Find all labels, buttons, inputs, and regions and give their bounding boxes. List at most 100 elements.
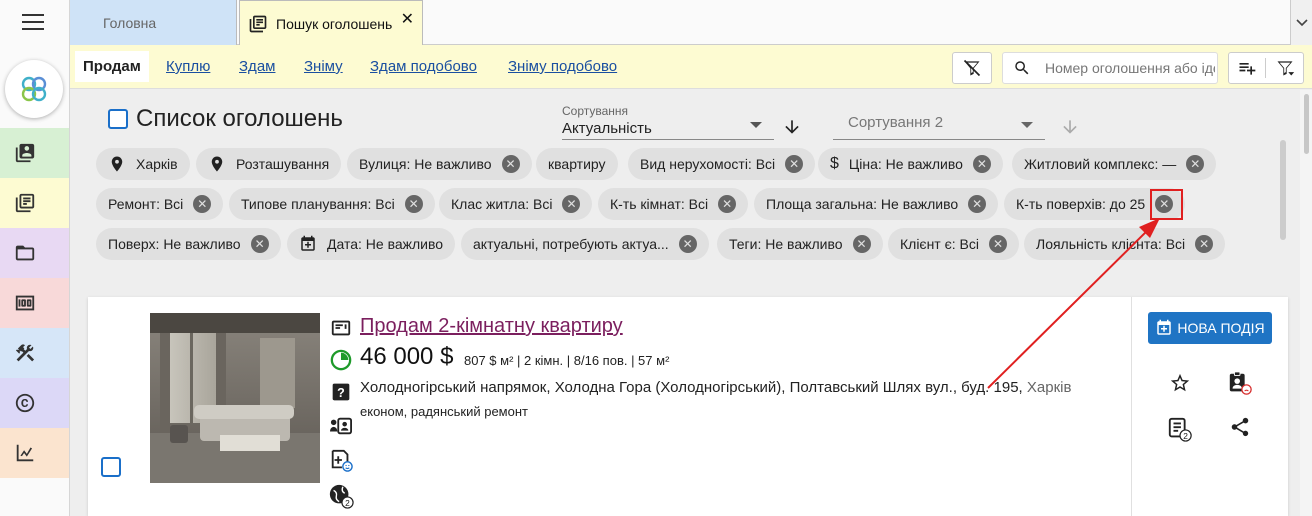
sort-direction-button[interactable] (782, 117, 802, 142)
tab-home[interactable]: Головна (70, 0, 237, 45)
rail-folders[interactable] (0, 228, 69, 278)
tabs-dropdown-button[interactable] (1290, 0, 1312, 45)
assign-client-button[interactable] (1226, 369, 1254, 397)
playlist-add-icon (1239, 63, 1256, 75)
chip-remove-icon[interactable]: ✕ (562, 195, 581, 213)
share-button[interactable] (1226, 413, 1254, 441)
search-box[interactable] (1002, 52, 1218, 84)
filter-menu-button[interactable] (1266, 58, 1303, 78)
page-scrollbar-thumb[interactable] (1304, 94, 1309, 154)
category-sell[interactable]: Продам (75, 51, 149, 82)
tab-bar: Головна Пошук оголошень ✕ (70, 0, 1312, 46)
chip-loyalty[interactable]: Лояльність клієнта: Всі ✕ (1024, 228, 1226, 260)
chip-property-kind[interactable]: квартиру (536, 148, 618, 180)
dollar-icon: $ (830, 155, 839, 172)
favorite-button[interactable] (1166, 369, 1194, 397)
chip-label: Ремонт: Всі (108, 196, 184, 212)
location-icon (111, 156, 123, 172)
chip-rooms[interactable]: К-ть кімнат: Всі ✕ (598, 188, 749, 220)
contact-card-icon (328, 413, 354, 439)
chip-layout[interactable]: Типове планування: Всі ✕ (229, 188, 435, 220)
chip-label: квартиру (548, 156, 606, 172)
new-event-button[interactable]: НОВА ПОДІЯ (1148, 312, 1272, 344)
tab-home-label: Головна (103, 14, 157, 31)
chip-remove-icon[interactable]: ✕ (678, 235, 697, 253)
tab-search[interactable]: Пошук оголошень ✕ (239, 0, 423, 46)
rail-finance[interactable] (0, 278, 69, 328)
rail-listings[interactable] (0, 178, 69, 228)
chip-label: Клієнт є: Всі (900, 236, 979, 252)
category-rent-out-daily[interactable]: Здам подобово (370, 58, 477, 75)
listing-title-link[interactable]: Продам 2-кімнатну квартиру (360, 315, 623, 338)
star-icon (1170, 373, 1190, 392)
chip-housing-class[interactable]: Клас житла: Всі ✕ (439, 188, 593, 220)
add-filter-button[interactable] (1229, 58, 1266, 78)
listings-icon (249, 15, 267, 32)
rail-contacts[interactable] (0, 128, 69, 178)
money-icon (15, 295, 35, 311)
contacts-icon (15, 143, 35, 163)
search-input[interactable] (1045, 60, 1215, 76)
clear-filters-button[interactable] (952, 52, 992, 84)
category-rent[interactable]: Зніму (304, 58, 343, 75)
chip-tags[interactable]: Теги: Не важливо ✕ (717, 228, 883, 260)
chip-remove-icon[interactable]: ✕ (968, 195, 987, 213)
chip-actuality[interactable]: актуальні, потребують актуа... ✕ (461, 228, 709, 260)
filter-dropdown-icon (1277, 61, 1294, 76)
category-buy[interactable]: Куплю (166, 58, 210, 75)
chip-remove-icon[interactable]: ✕ (852, 235, 871, 253)
chip-street[interactable]: Вулиця: Не важливо ✕ (347, 148, 532, 180)
filters-scrollbar[interactable] (1280, 140, 1286, 240)
chip-remove-icon[interactable]: ✕ (1195, 235, 1214, 253)
rail-tools[interactable] (0, 328, 69, 378)
chip-price[interactable]: $ Ціна: Не важливо ✕ (818, 148, 1003, 180)
category-rent-daily[interactable]: Зніму подобово (508, 58, 617, 75)
chip-date[interactable]: Дата: Не важливо (287, 228, 456, 260)
chip-remove-icon[interactable]: ✕ (193, 195, 212, 213)
chip-remove-icon[interactable]: ✕ (404, 195, 423, 213)
chip-remove-icon[interactable]: ✕ (1186, 155, 1205, 173)
sort-select[interactable]: Сортування Актуальність (562, 100, 774, 140)
sort2-select[interactable]: Сортування 2 (833, 100, 1045, 140)
sort2-direction-button[interactable] (1060, 117, 1080, 142)
chip-remove-icon[interactable]: ✕ (501, 155, 520, 173)
filter-tools (1228, 52, 1304, 84)
chip-remove-icon[interactable]: ✕ (250, 235, 269, 253)
chip-property-type[interactable]: Вид нерухомості: Всі ✕ (628, 148, 816, 180)
chip-label: Розташування (236, 156, 330, 172)
listing-photo[interactable] (150, 313, 320, 483)
location-icon (211, 156, 223, 172)
chip-remove-icon[interactable]: ✕ (988, 235, 1007, 253)
chip-location[interactable]: Розташування (196, 148, 342, 180)
chip-floor[interactable]: Поверх: Не важливо ✕ (96, 228, 281, 260)
menu-icon[interactable] (22, 14, 44, 32)
rail-copyright[interactable] (0, 378, 69, 428)
calendar-icon (301, 235, 315, 251)
sort2-label: Сортування 2 (848, 114, 944, 131)
close-icon[interactable]: ✕ (401, 9, 414, 29)
tab-search-label: Пошук оголошень (276, 15, 393, 32)
listing-checkbox[interactable] (101, 457, 121, 477)
chip-complex[interactable]: Житловий комплекс: — ✕ (1012, 148, 1217, 180)
chip-remove-icon[interactable]: ✕ (718, 195, 737, 213)
documents-button[interactable]: 2 (1166, 415, 1194, 443)
chip-client[interactable]: Клієнт є: Всі ✕ (888, 228, 1019, 260)
chip-label: Площа загальна: Не важливо (766, 196, 959, 212)
app-logo[interactable] (5, 60, 63, 118)
chip-remove-icon[interactable]: ✕ (785, 155, 804, 173)
chip-total-area[interactable]: Площа загальна: Не важливо ✕ (754, 188, 999, 220)
listing-type-icon (328, 315, 354, 341)
chip-remove-icon[interactable]: ✕ (972, 155, 991, 173)
chip-label: К-ть поверхів: до 25 (1016, 196, 1146, 212)
listing-card: ? 2 Продам 2-кімнатну квартиру 46 000 $ … (88, 297, 1288, 516)
filter-off-icon (963, 59, 981, 77)
chip-label: Лояльність клієнта: Всі (1036, 236, 1186, 252)
chip-label: Типове планування: Всі (241, 196, 395, 212)
chip-renovation[interactable]: Ремонт: Всі ✕ (96, 188, 224, 220)
annotation-highlight-box (1150, 189, 1183, 220)
chip-city[interactable]: Харків (96, 148, 190, 180)
actuality-icon (328, 347, 354, 373)
category-rent-out[interactable]: Здам (239, 58, 275, 75)
select-all-checkbox[interactable] (108, 109, 128, 129)
rail-analytics[interactable] (0, 428, 69, 478)
